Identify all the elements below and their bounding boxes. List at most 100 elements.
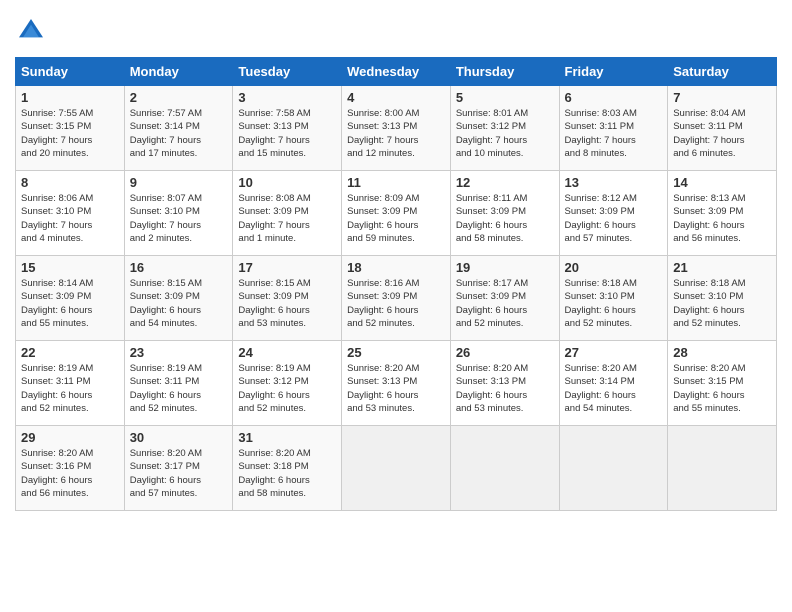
calendar-week-3: 15 Sunrise: 8:14 AM Sunset: 3:09 PM Dayli… <box>16 256 777 341</box>
day-info: Sunrise: 8:19 AM Sunset: 3:11 PM Dayligh… <box>130 362 228 415</box>
calendar-cell: 25 Sunrise: 8:20 AM Sunset: 3:13 PM Dayli… <box>342 341 451 426</box>
day-number: 22 <box>21 345 119 360</box>
calendar-cell: 21 Sunrise: 8:18 AM Sunset: 3:10 PM Dayli… <box>668 256 777 341</box>
day-number: 9 <box>130 175 228 190</box>
calendar-cell <box>450 426 559 511</box>
column-header-saturday: Saturday <box>668 58 777 86</box>
day-info: Sunrise: 8:13 AM Sunset: 3:09 PM Dayligh… <box>673 192 771 245</box>
day-number: 15 <box>21 260 119 275</box>
day-number: 23 <box>130 345 228 360</box>
calendar-week-1: 1 Sunrise: 7:55 AM Sunset: 3:15 PM Daylig… <box>16 86 777 171</box>
day-number: 17 <box>238 260 336 275</box>
logo-icon <box>15 15 47 47</box>
calendar-cell: 1 Sunrise: 7:55 AM Sunset: 3:15 PM Daylig… <box>16 86 125 171</box>
day-info: Sunrise: 8:11 AM Sunset: 3:09 PM Dayligh… <box>456 192 554 245</box>
calendar-cell: 6 Sunrise: 8:03 AM Sunset: 3:11 PM Daylig… <box>559 86 668 171</box>
calendar-cell: 11 Sunrise: 8:09 AM Sunset: 3:09 PM Dayli… <box>342 171 451 256</box>
day-info: Sunrise: 8:20 AM Sunset: 3:17 PM Dayligh… <box>130 447 228 500</box>
calendar-week-2: 8 Sunrise: 8:06 AM Sunset: 3:10 PM Daylig… <box>16 171 777 256</box>
calendar-cell: 19 Sunrise: 8:17 AM Sunset: 3:09 PM Dayli… <box>450 256 559 341</box>
day-info: Sunrise: 8:17 AM Sunset: 3:09 PM Dayligh… <box>456 277 554 330</box>
day-number: 29 <box>21 430 119 445</box>
day-info: Sunrise: 8:08 AM Sunset: 3:09 PM Dayligh… <box>238 192 336 245</box>
calendar-cell: 27Sunrise: 8:20 AM Sunset: 3:14 PM Dayli… <box>559 341 668 426</box>
day-number: 1 <box>21 90 119 105</box>
calendar-cell: 18 Sunrise: 8:16 AM Sunset: 3:09 PM Dayli… <box>342 256 451 341</box>
day-number: 8 <box>21 175 119 190</box>
header-row: SundayMondayTuesdayWednesdayThursdayFrid… <box>16 58 777 86</box>
column-header-wednesday: Wednesday <box>342 58 451 86</box>
day-info: Sunrise: 7:55 AM Sunset: 3:15 PM Dayligh… <box>21 107 119 160</box>
logo <box>15 15 51 47</box>
day-info: Sunrise: 8:20 AM Sunset: 3:14 PM Dayligh… <box>565 362 663 415</box>
day-info: Sunrise: 8:19 AM Sunset: 3:11 PM Dayligh… <box>21 362 119 415</box>
calendar-cell: 12 Sunrise: 8:11 AM Sunset: 3:09 PM Dayli… <box>450 171 559 256</box>
calendar-cell: 28 Sunrise: 8:20 AM Sunset: 3:15 PM Dayli… <box>668 341 777 426</box>
calendar-cell: 24 Sunrise: 8:19 AM Sunset: 3:12 PM Dayli… <box>233 341 342 426</box>
day-info: Sunrise: 8:14 AM Sunset: 3:09 PM Dayligh… <box>21 277 119 330</box>
day-number: 4 <box>347 90 445 105</box>
day-info: Sunrise: 8:12 AM Sunset: 3:09 PM Dayligh… <box>565 192 663 245</box>
day-info: Sunrise: 8:16 AM Sunset: 3:09 PM Dayligh… <box>347 277 445 330</box>
day-info: Sunrise: 8:15 AM Sunset: 3:09 PM Dayligh… <box>130 277 228 330</box>
calendar-cell: 29 Sunrise: 8:20 AM Sunset: 3:16 PM Dayli… <box>16 426 125 511</box>
calendar-cell: 10 Sunrise: 8:08 AM Sunset: 3:09 PM Dayli… <box>233 171 342 256</box>
day-number: 28 <box>673 345 771 360</box>
page-header <box>15 15 777 47</box>
day-info: Sunrise: 8:20 AM Sunset: 3:16 PM Dayligh… <box>21 447 119 500</box>
day-number: 10 <box>238 175 336 190</box>
day-info: Sunrise: 8:18 AM Sunset: 3:10 PM Dayligh… <box>673 277 771 330</box>
calendar-cell <box>559 426 668 511</box>
calendar-cell: 23 Sunrise: 8:19 AM Sunset: 3:11 PM Dayli… <box>124 341 233 426</box>
calendar-cell: 5 Sunrise: 8:01 AM Sunset: 3:12 PM Daylig… <box>450 86 559 171</box>
day-info: Sunrise: 8:18 AM Sunset: 3:10 PM Dayligh… <box>565 277 663 330</box>
day-number: 25 <box>347 345 445 360</box>
day-number: 20 <box>565 260 663 275</box>
day-info: Sunrise: 8:20 AM Sunset: 3:18 PM Dayligh… <box>238 447 336 500</box>
calendar-cell: 13 Sunrise: 8:12 AM Sunset: 3:09 PM Dayli… <box>559 171 668 256</box>
calendar-cell: 4Sunrise: 8:00 AM Sunset: 3:13 PM Daylig… <box>342 86 451 171</box>
day-info: Sunrise: 8:20 AM Sunset: 3:13 PM Dayligh… <box>456 362 554 415</box>
day-info: Sunrise: 8:20 AM Sunset: 3:15 PM Dayligh… <box>673 362 771 415</box>
day-info: Sunrise: 8:06 AM Sunset: 3:10 PM Dayligh… <box>21 192 119 245</box>
calendar-cell <box>342 426 451 511</box>
day-number: 2 <box>130 90 228 105</box>
column-header-monday: Monday <box>124 58 233 86</box>
calendar-cell: 16 Sunrise: 8:15 AM Sunset: 3:09 PM Dayli… <box>124 256 233 341</box>
column-header-tuesday: Tuesday <box>233 58 342 86</box>
calendar-cell: 26 Sunrise: 8:20 AM Sunset: 3:13 PM Dayli… <box>450 341 559 426</box>
column-header-thursday: Thursday <box>450 58 559 86</box>
day-number: 5 <box>456 90 554 105</box>
calendar-week-5: 29 Sunrise: 8:20 AM Sunset: 3:16 PM Dayli… <box>16 426 777 511</box>
day-number: 14 <box>673 175 771 190</box>
calendar-cell: 9Sunrise: 8:07 AM Sunset: 3:10 PM Daylig… <box>124 171 233 256</box>
day-info: Sunrise: 7:57 AM Sunset: 3:14 PM Dayligh… <box>130 107 228 160</box>
day-number: 12 <box>456 175 554 190</box>
day-number: 18 <box>347 260 445 275</box>
day-number: 16 <box>130 260 228 275</box>
calendar-cell: 3Sunrise: 7:58 AM Sunset: 3:13 PM Daylig… <box>233 86 342 171</box>
calendar-cell <box>668 426 777 511</box>
calendar-cell: 15 Sunrise: 8:14 AM Sunset: 3:09 PM Dayli… <box>16 256 125 341</box>
day-number: 30 <box>130 430 228 445</box>
calendar-cell: 17Sunrise: 8:15 AM Sunset: 3:09 PM Dayli… <box>233 256 342 341</box>
day-info: Sunrise: 8:03 AM Sunset: 3:11 PM Dayligh… <box>565 107 663 160</box>
calendar-cell: 20 Sunrise: 8:18 AM Sunset: 3:10 PM Dayli… <box>559 256 668 341</box>
calendar-cell: 14 Sunrise: 8:13 AM Sunset: 3:09 PM Dayli… <box>668 171 777 256</box>
day-info: Sunrise: 8:09 AM Sunset: 3:09 PM Dayligh… <box>347 192 445 245</box>
day-number: 26 <box>456 345 554 360</box>
calendar-cell: 31Sunrise: 8:20 AM Sunset: 3:18 PM Dayli… <box>233 426 342 511</box>
day-info: Sunrise: 8:20 AM Sunset: 3:13 PM Dayligh… <box>347 362 445 415</box>
day-number: 11 <box>347 175 445 190</box>
day-number: 24 <box>238 345 336 360</box>
day-number: 6 <box>565 90 663 105</box>
day-number: 13 <box>565 175 663 190</box>
day-number: 19 <box>456 260 554 275</box>
day-info: Sunrise: 7:58 AM Sunset: 3:13 PM Dayligh… <box>238 107 336 160</box>
calendar-cell: 2 Sunrise: 7:57 AM Sunset: 3:14 PM Daylig… <box>124 86 233 171</box>
day-number: 21 <box>673 260 771 275</box>
calendar-cell: 8 Sunrise: 8:06 AM Sunset: 3:10 PM Daylig… <box>16 171 125 256</box>
day-info: Sunrise: 8:01 AM Sunset: 3:12 PM Dayligh… <box>456 107 554 160</box>
calendar-cell: 30 Sunrise: 8:20 AM Sunset: 3:17 PM Dayli… <box>124 426 233 511</box>
day-info: Sunrise: 8:19 AM Sunset: 3:12 PM Dayligh… <box>238 362 336 415</box>
